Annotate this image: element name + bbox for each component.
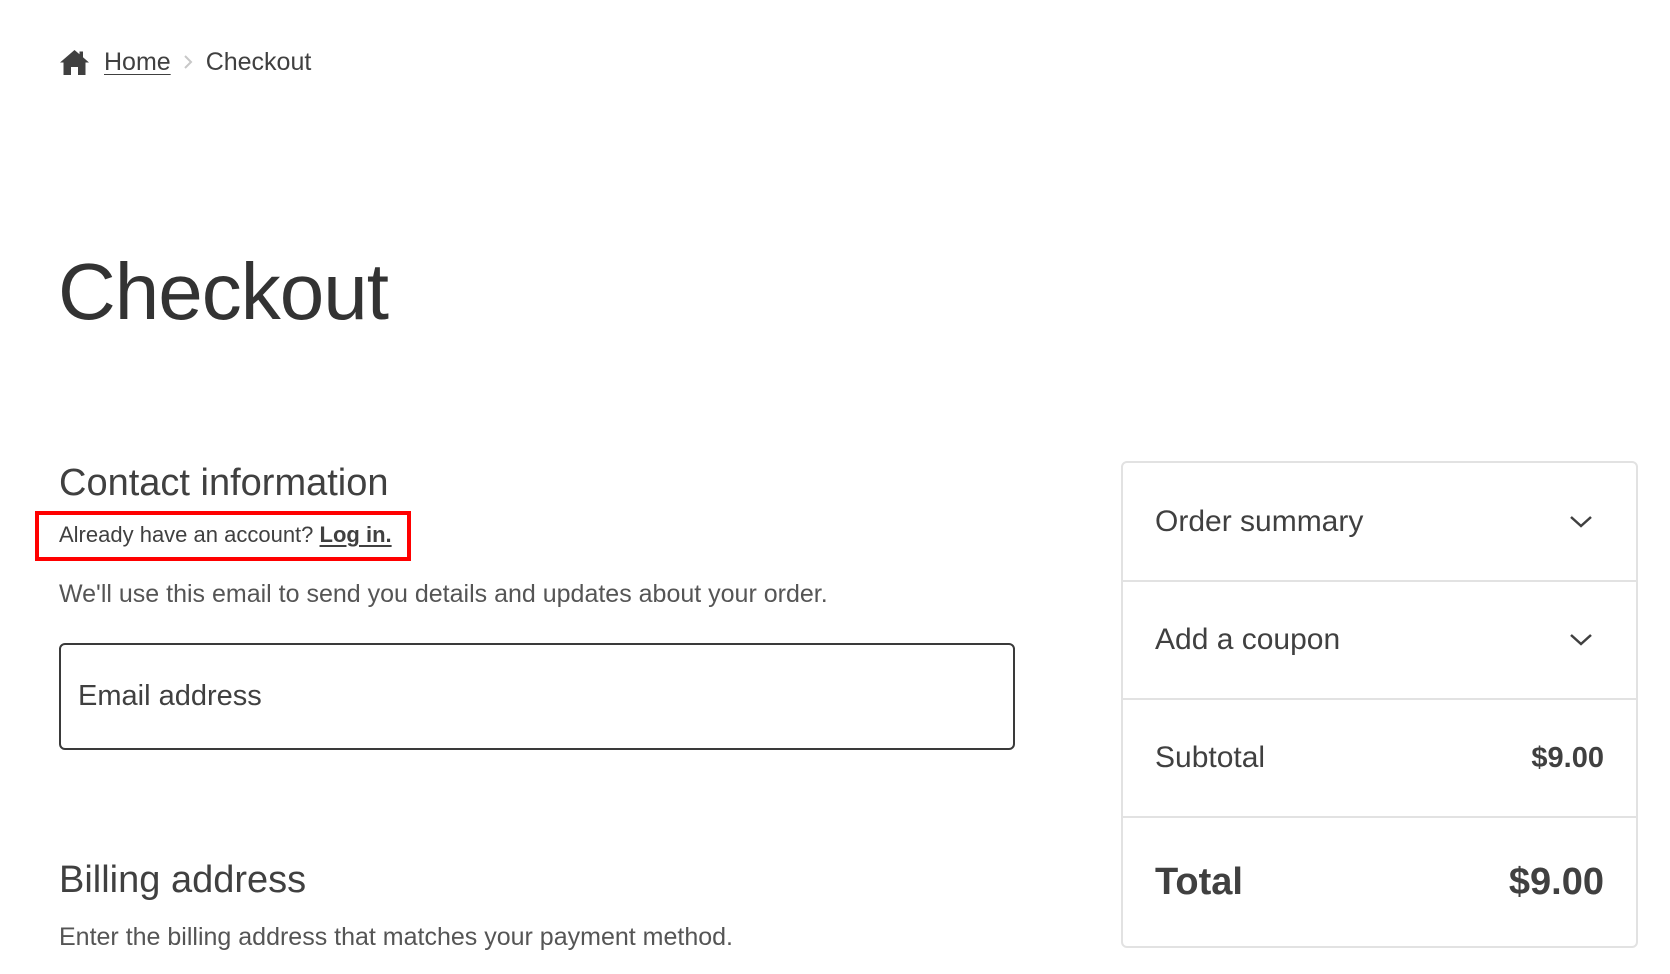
breadcrumb: Home Checkout (59, 44, 311, 80)
email-field[interactable]: Email address (59, 643, 1015, 750)
total-label: Total (1155, 860, 1243, 903)
subtotal-row: Subtotal $9.00 (1123, 700, 1636, 818)
breadcrumb-current: Checkout (205, 47, 312, 76)
coupon-label: Add a coupon (1155, 623, 1341, 656)
total-row: Total $9.00 (1123, 818, 1636, 946)
chevron-right-icon (183, 54, 193, 70)
chevron-down-icon[interactable] (1568, 632, 1594, 648)
subtotal-label: Subtotal (1155, 741, 1266, 774)
subtotal-value: $9.00 (1531, 741, 1604, 774)
login-link[interactable]: Log in. (320, 522, 392, 547)
breadcrumb-home-link[interactable]: Home (104, 48, 171, 77)
total-value: $9.00 (1508, 860, 1604, 903)
home-icon[interactable] (59, 49, 90, 76)
order-summary-label: Order summary (1155, 504, 1364, 538)
order-summary-toggle[interactable]: Order summary (1123, 463, 1636, 582)
billing-address-heading: Billing address (59, 859, 307, 901)
email-placeholder: Email address (78, 680, 262, 712)
billing-description: Enter the billing address that matches y… (59, 923, 733, 951)
contact-information-heading: Contact information (59, 462, 389, 504)
chevron-down-icon[interactable] (1568, 514, 1594, 530)
order-summary-panel: Order summary Add a coupon Subtotal $9.0… (1121, 461, 1638, 948)
checkout-page: Home Checkout Checkout Contact informati… (0, 0, 1670, 974)
account-prompt: Already have an account? Log in. (59, 524, 392, 546)
coupon-toggle[interactable]: Add a coupon (1123, 582, 1636, 700)
page-title: Checkout (58, 247, 389, 336)
contact-description: We'll use this email to send you details… (59, 580, 828, 608)
account-prompt-text: Already have an account? (59, 522, 314, 547)
